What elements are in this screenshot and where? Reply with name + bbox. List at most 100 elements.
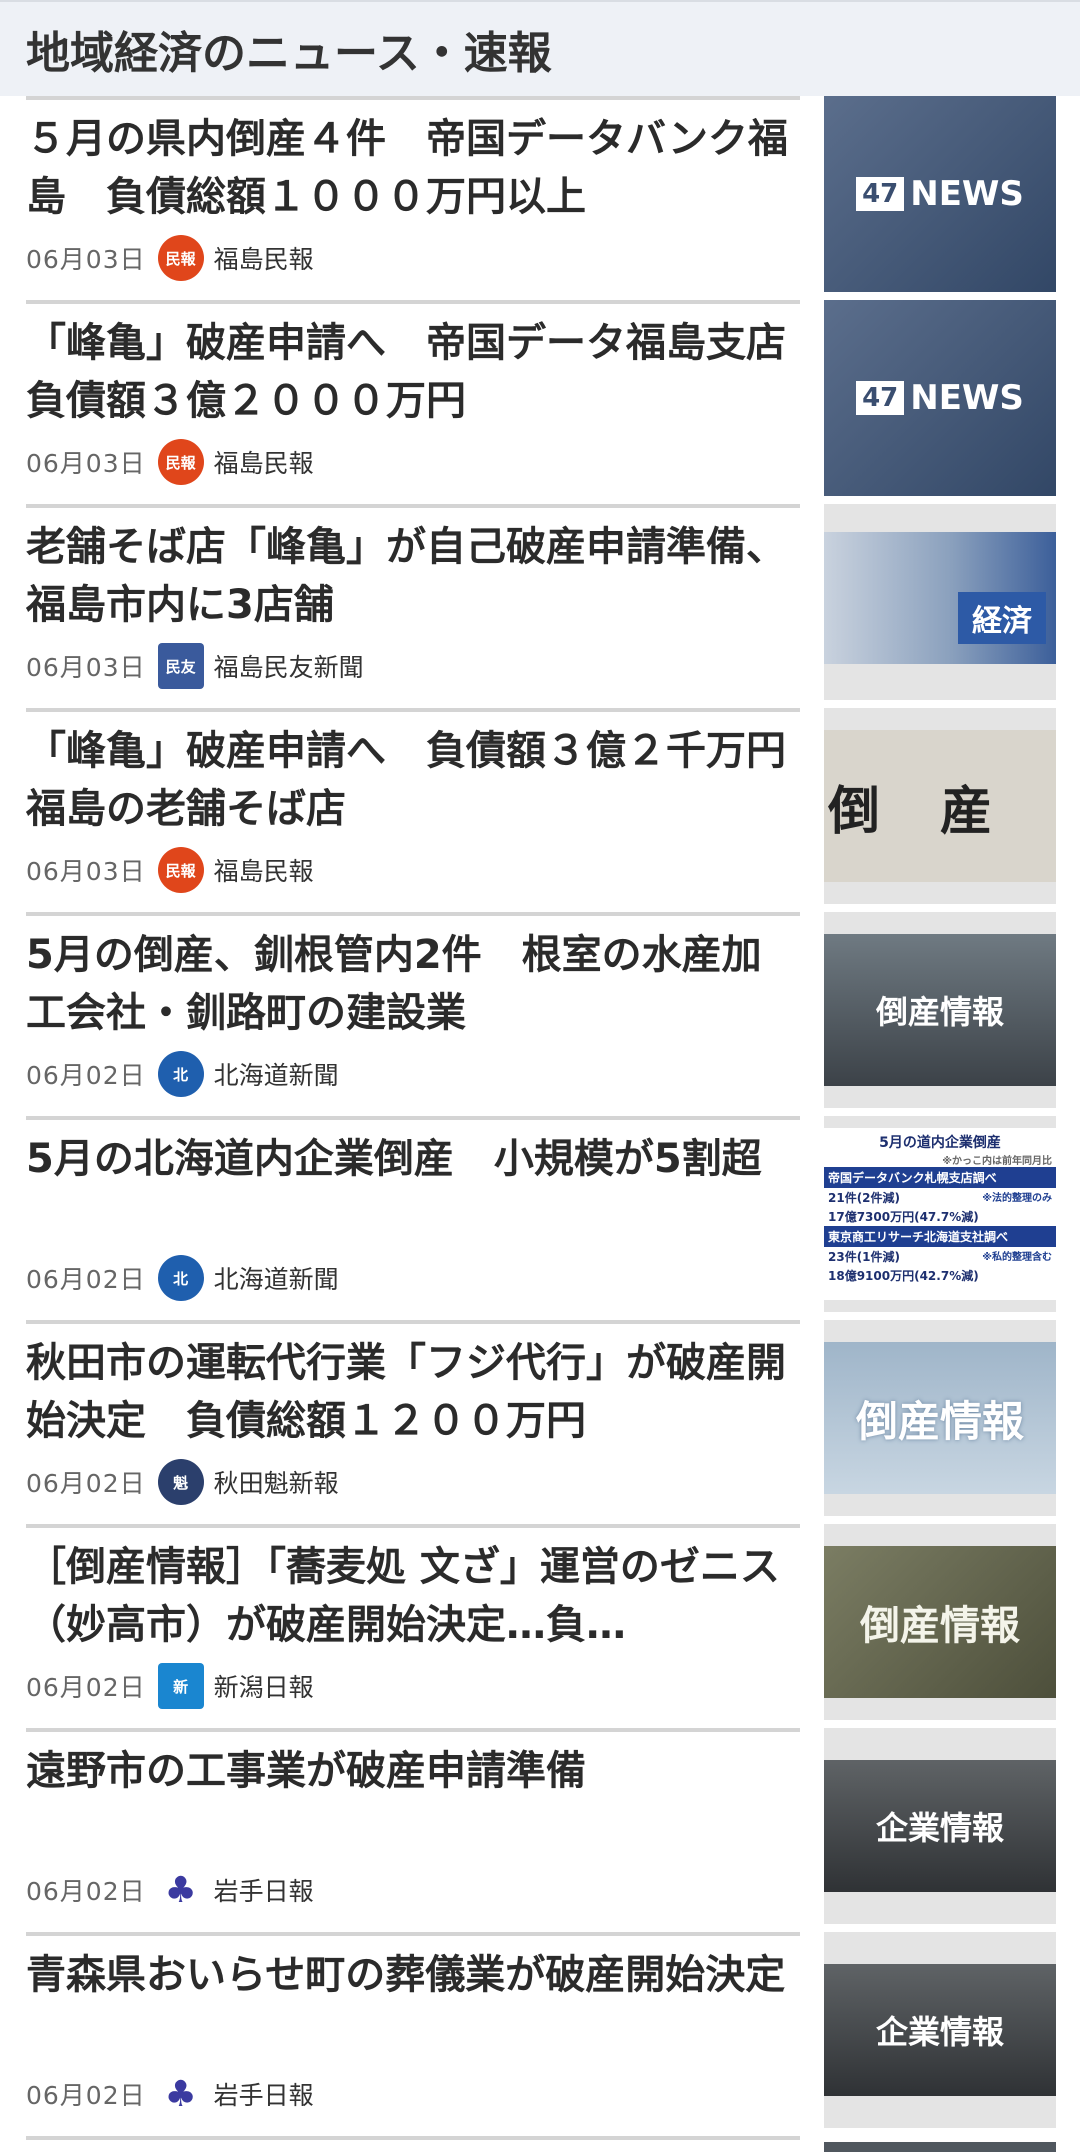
logo-text: ♣	[164, 2073, 197, 2115]
news-thumbnail[interactable]: 倒産	[824, 730, 1056, 882]
news-item[interactable]: 5月の北海道内企業倒産 小規模が5割超 06月02日 北 北海道新聞 5月の道内…	[0, 1116, 1080, 1320]
divider	[26, 504, 800, 508]
news-title[interactable]: ［倒産情報］「蕎麦処 文ざ」運営のゼニス（妙高市）が破産開始決定…負…	[26, 1538, 796, 1656]
news-meta: 06月03日 民報 福島民報	[26, 234, 314, 282]
news-source: 福島民報	[213, 449, 314, 478]
news-date: 06月03日	[26, 245, 146, 274]
thumbnail-label: 企業情報	[875, 2013, 1004, 2051]
list-end	[0, 2136, 1080, 2152]
source-logo-icon: 魁	[157, 1459, 204, 1505]
news-title[interactable]: 老舗そば店「峰亀」が自己破産申請準備、福島市内に3店舗	[26, 518, 796, 636]
news-meta: 06月02日 魁 秋田魁新報	[26, 1458, 339, 1506]
news-source: 北海道新聞	[213, 1265, 339, 1294]
news-thumbnail[interactable]: 47 NEWS	[824, 96, 1056, 292]
news-source: 新潟日報	[213, 1673, 314, 1702]
logo-text: 民報	[165, 861, 196, 880]
news-meta: 06月03日 民報 福島民報	[26, 438, 314, 486]
source-logo-icon: 民友	[157, 643, 204, 689]
source-logo-icon: 民報	[157, 235, 204, 281]
divider	[26, 96, 800, 100]
news-source: 福島民報	[213, 857, 314, 886]
news-badge-number: 47	[856, 381, 905, 415]
thumbnail-label: 倒産情報	[855, 1396, 1024, 1446]
news-item[interactable]: 「峰亀」破産申請へ 負債額３億２千万円 福島の老舗そば店 06月03日 民報 福…	[0, 708, 1080, 912]
news-source: 秋田魁新報	[213, 1469, 339, 1498]
news-item[interactable]: ５月の県内倒産４件 帝国データバンク福島 負債総額１０００万円以上 06月03日…	[0, 96, 1080, 300]
news-date: 06月02日	[26, 1673, 146, 1702]
section-title: 地域経済のニュース・速報	[0, 0, 1080, 96]
news-item[interactable]: ［倒産情報］「蕎麦処 文ざ」運営のゼニス（妙高市）が破産開始決定…負… 06月0…	[0, 1524, 1080, 1728]
news-source: 福島民報	[213, 245, 314, 274]
source-logo-icon: 新	[157, 1663, 204, 1709]
source-logo-icon: 民報	[157, 439, 204, 485]
divider	[26, 1932, 800, 1936]
divider	[26, 2136, 800, 2140]
news-badge-label: NEWS	[910, 174, 1024, 214]
divider	[26, 1320, 800, 1324]
news-meta: 06月02日 新 新潟日報	[26, 1662, 314, 1710]
logo-text: 民報	[165, 453, 196, 472]
source-logo-icon: 北	[157, 1255, 204, 1301]
news-title[interactable]: ５月の県内倒産４件 帝国データバンク福島 負債総額１０００万円以上	[26, 110, 796, 228]
thumbnail-table-cell: ※私的整理含む	[982, 1252, 1052, 1263]
news-source: 北海道新聞	[213, 1061, 339, 1090]
news-date: 06月02日	[26, 1265, 146, 1294]
logo-text: ♣	[164, 1869, 197, 1911]
news-meta: 06月02日 ♣ 岩手日報	[26, 2070, 314, 2118]
divider	[26, 1728, 800, 1732]
thumbnail-table-header: 東京商工リサーチ北海道支社調べ	[824, 1226, 1056, 1247]
news-source: 岩手日報	[213, 1877, 314, 1906]
news-item[interactable]: 秋田市の運転代行業「フジ代行」が破産開始決定 負債総額１２００万円 06月02日…	[0, 1320, 1080, 1524]
news-thumbnail[interactable]: 5月の道内企業倒産 ※かっこ内は前年同月比 帝国データバンク札幌支店調べ 21件…	[824, 1128, 1056, 1300]
news-meta: 06月02日 北 北海道新聞	[26, 1050, 339, 1098]
news-meta: 06月03日 民友 福島民友新聞	[26, 642, 364, 690]
logo-text: 北	[173, 1269, 189, 1288]
news-thumbnail[interactable]: 倒産情報	[824, 1546, 1056, 1698]
thumbnail-label: 倒産情報	[875, 993, 1004, 1031]
news-title[interactable]: 遠野市の工事業が破産申請準備	[26, 1742, 796, 1860]
source-logo-icon: ♣	[158, 2071, 204, 2117]
news-title[interactable]: 5月の倒産、釧根管内2件 根室の水産加工会社・釧路町の建設業	[26, 926, 796, 1044]
thumbnail-table-header: 帝国データバンク札幌支店調べ	[824, 1167, 1056, 1188]
news-item[interactable]: 遠野市の工事業が破産申請準備 06月02日 ♣ 岩手日報 企業情報	[0, 1728, 1080, 1932]
news-item[interactable]: 老舗そば店「峰亀」が自己破産申請準備、福島市内に3店舗 06月03日 民友 福島…	[0, 504, 1080, 708]
news-thumbnail[interactable]: 企業情報	[824, 1760, 1056, 1892]
logo-text: 民報	[165, 249, 196, 268]
logo-text: 民友	[165, 657, 196, 676]
news-thumbnail[interactable]: 47 NEWS	[824, 300, 1056, 496]
logo-text: 新	[173, 1677, 189, 1696]
divider	[26, 912, 800, 916]
news-meta: 06月03日 民報 福島民報	[26, 846, 314, 894]
divider	[26, 1116, 800, 1120]
news-title[interactable]: 5月の北海道内企業倒産 小規模が5割超	[26, 1130, 796, 1248]
thumbnail-table-cell: 17億7300万円(47.7%減)	[828, 1210, 979, 1224]
news-title[interactable]: 「峰亀」破産申請へ 帝国データ福島支店 負債額３億２０００万円	[26, 314, 796, 432]
thumbnail-table-cell: 18億9100万円(42.7%減)	[828, 1269, 979, 1283]
source-logo-icon: ♣	[158, 1867, 204, 1913]
news-thumbnail[interactable]: 倒産情報	[824, 1342, 1056, 1494]
source-logo-icon: 民報	[157, 847, 204, 893]
news-date: 06月02日	[26, 1877, 146, 1906]
news-title[interactable]: 「峰亀」破産申請へ 負債額３億２千万円 福島の老舗そば店	[26, 722, 796, 840]
news-thumbnail[interactable]: 企業情報	[824, 1964, 1056, 2096]
news-badge-number: 47	[856, 177, 905, 211]
divider	[26, 300, 800, 304]
news-date: 06月03日	[26, 653, 146, 682]
thumbnail-table-cell: 21件(2件減)	[828, 1191, 901, 1205]
news-item[interactable]: 「峰亀」破産申請へ 帝国データ福島支店 負債額３億２０００万円 06月03日 民…	[0, 300, 1080, 504]
thumbnail-label: 経済	[958, 592, 1046, 644]
news-item[interactable]: 青森県おいらせ町の葬儀業が破産開始決定 06月02日 ♣ 岩手日報 企業情報	[0, 1932, 1080, 2136]
news-thumbnail[interactable]: 経済	[824, 532, 1056, 664]
thumbnail-partial	[824, 2142, 1056, 2152]
news-item[interactable]: 5月の倒産、釧根管内2件 根室の水産加工会社・釧路町の建設業 06月02日 北 …	[0, 912, 1080, 1116]
divider	[26, 708, 800, 712]
news-thumbnail[interactable]: 倒産情報	[824, 934, 1056, 1086]
logo-text: 北	[173, 1065, 189, 1084]
news-title[interactable]: 秋田市の運転代行業「フジ代行」が破産開始決定 負債総額１２００万円	[26, 1334, 796, 1452]
news-source: 岩手日報	[213, 2081, 314, 2110]
news-title[interactable]: 青森県おいらせ町の葬儀業が破産開始決定	[26, 1946, 796, 2064]
news-date: 06月03日	[26, 449, 146, 478]
thumbnail-table-cell: 23件(1件減)	[828, 1250, 901, 1264]
news-date: 06月03日	[26, 857, 146, 886]
thumbnail-table-note: ※かっこ内は前年同月比	[942, 1156, 1052, 1167]
